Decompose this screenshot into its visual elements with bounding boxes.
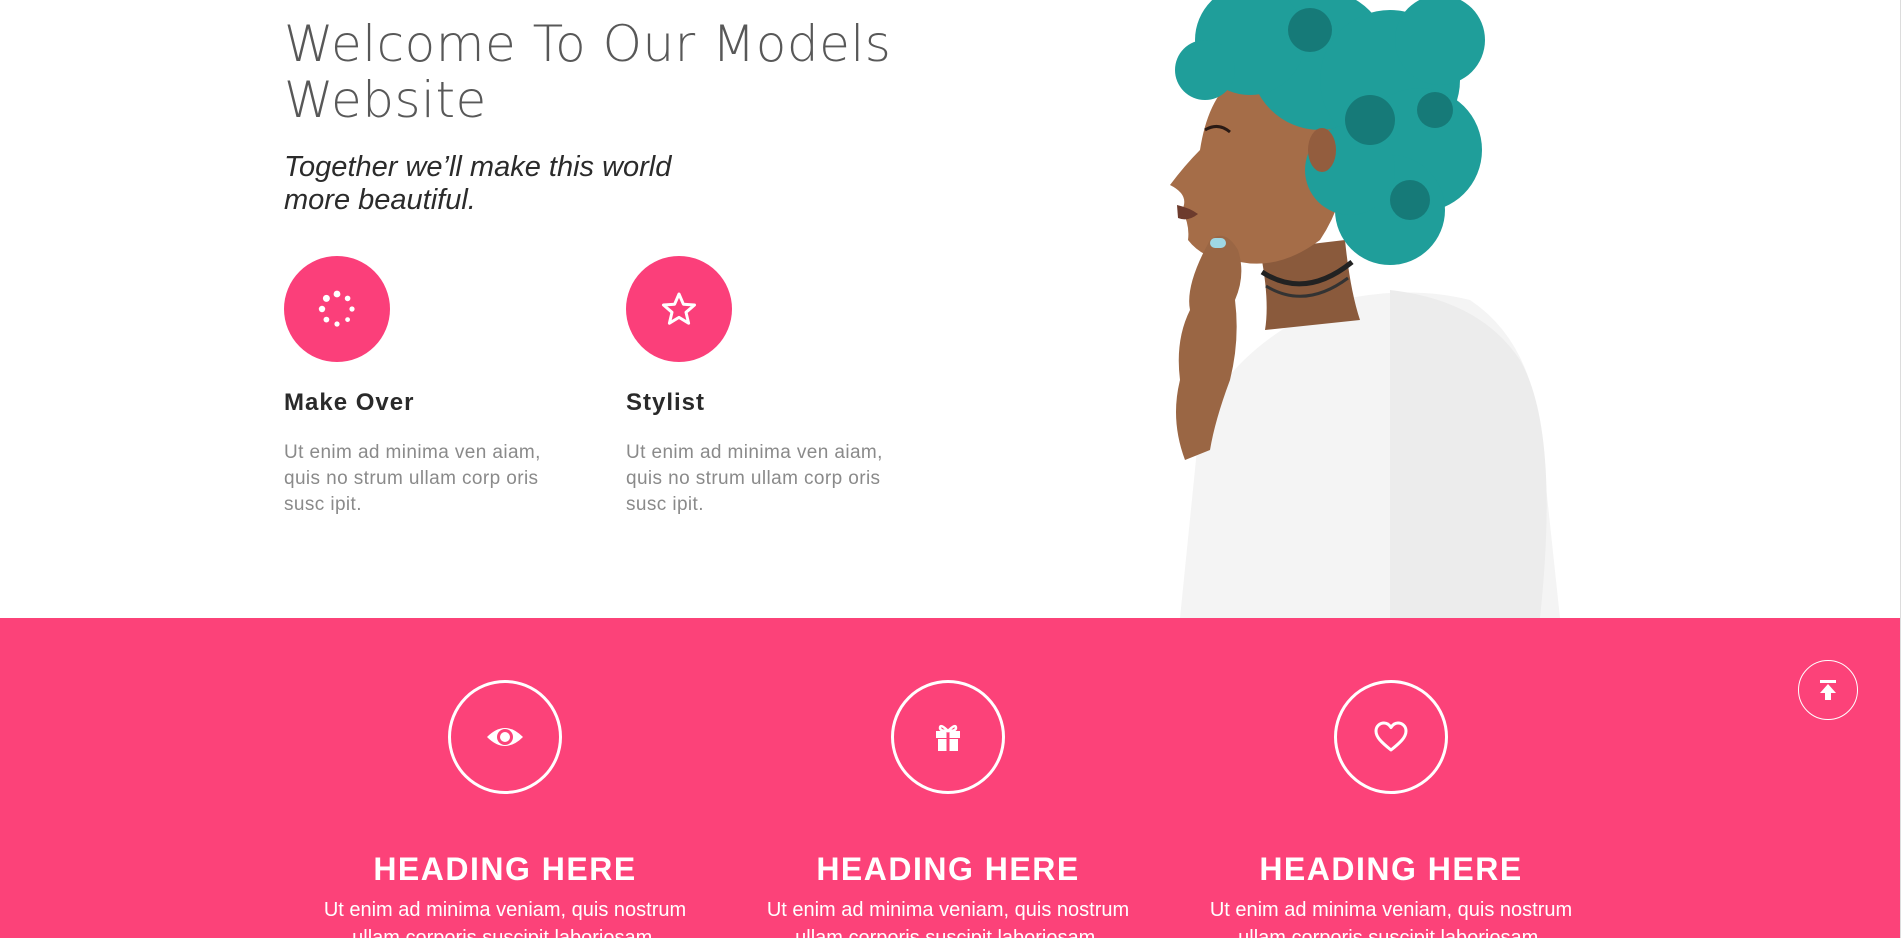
tagline-line-1: Together we’ll make this world — [284, 151, 672, 183]
hero-tagline: Together we’ll make this world more beau… — [284, 151, 744, 217]
page-title: Welcome To Our Models Website — [284, 16, 984, 128]
service-item: HEADING HERE Ut enim ad minima veniam, q… — [1171, 680, 1611, 938]
feature-title: Make Over — [284, 389, 415, 416]
feature-description: Ut enim ad minima ven aiam, quis no stru… — [626, 442, 883, 515]
feature-stylist: Stylist Ut enim ad minima ven aiam, quis… — [626, 256, 926, 518]
service-description: Ut enim ad minima veniam, quis nostrum u… — [766, 899, 1130, 938]
service-heading: HEADING HERE — [816, 851, 1080, 887]
gift-icon — [891, 680, 1005, 794]
arrow-up-to-line-icon — [1820, 680, 1836, 700]
service-heading: HEADING HERE — [373, 851, 637, 887]
tagline-line-2: more beautiful. — [284, 184, 476, 216]
service-heading: HEADING HERE — [1259, 851, 1523, 887]
feature-make-over: Make Over Ut enim ad minima ven aiam, qu… — [284, 256, 584, 518]
heart-icon — [1334, 680, 1448, 794]
page-title-line-1: Welcome To Our Models — [284, 15, 892, 73]
service-item: HEADING HERE Ut enim ad minima veniam, q… — [728, 680, 1168, 938]
model-photo — [1170, 0, 1560, 618]
spinner-icon — [284, 256, 390, 362]
service-description: Ut enim ad minima veniam, quis nostrum u… — [1209, 899, 1573, 938]
feature-title: Stylist — [626, 389, 706, 416]
eye-icon — [448, 680, 562, 794]
star-icon — [626, 256, 732, 362]
service-item: HEADING HERE Ut enim ad minima veniam, q… — [285, 680, 725, 938]
page-title-line-2: Website — [284, 71, 487, 129]
services-section: HEADING HERE Ut enim ad minima veniam, q… — [0, 618, 1900, 938]
service-description: Ut enim ad minima veniam, quis nostrum u… — [323, 899, 687, 938]
feature-description: Ut enim ad minima ven aiam, quis no stru… — [284, 442, 541, 515]
hero-section: Welcome To Our Models Website Together w… — [0, 0, 1900, 618]
back-to-top-button[interactable] — [1798, 660, 1858, 720]
